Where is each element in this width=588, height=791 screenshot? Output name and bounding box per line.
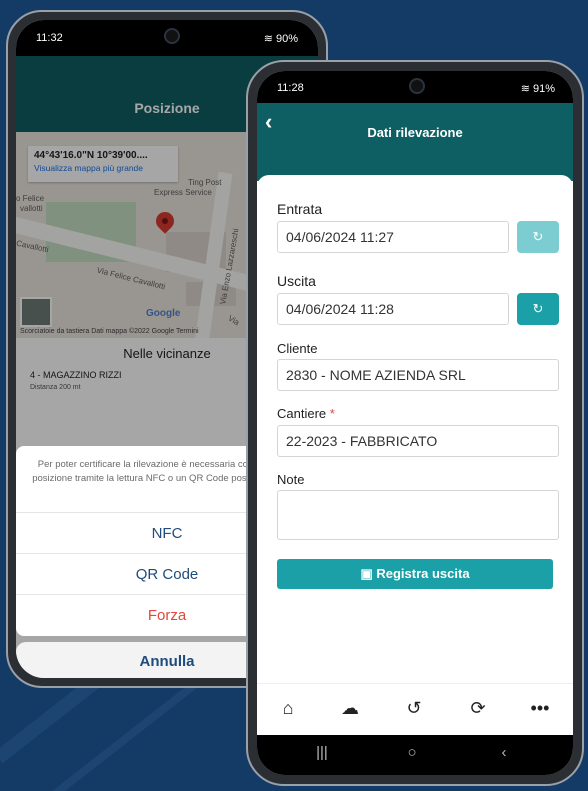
cliente-field[interactable]: 2830 - NOME AZIENDA SRL [277,359,559,391]
more-icon[interactable]: ••• [525,698,555,719]
entrata-refresh-button[interactable]: ↻ [517,221,559,253]
uscita-label: Uscita [277,273,316,289]
battery-indicator: ≋ 91% [521,82,555,95]
entrata-label: Entrata [277,201,323,217]
status-bar: 11:32 ≋ 90% [16,20,318,56]
status-bar: 11:28 ≋ 91% [257,71,573,103]
page-title: Dati rilevazione [367,125,463,140]
cloud-upload-icon[interactable]: ☁ [335,698,365,719]
cantiere-label-text: Cantiere [277,406,327,421]
note-field[interactable] [277,490,559,540]
battery-level: 91% [532,83,555,95]
android-nav-bar: ||| ○ ‹ [257,735,573,775]
app-header: ‹ Dati rilevazione [257,103,573,181]
save-icon: ▣ [360,566,377,581]
bottom-tab-bar: ⌂ ☁ ↺ ⟳ ••• [257,683,573,735]
entrata-field[interactable]: 04/06/2024 11:27 [277,221,509,253]
recent-apps-icon[interactable]: ||| [307,744,337,761]
history-icon[interactable]: ↺ [399,698,429,719]
note-label: Note [277,472,305,487]
cliente-label: Cliente [277,341,318,356]
battery-indicator: ≋ 90% [264,32,298,45]
registra-uscita-button[interactable]: ▣ Registra uscita [277,559,553,589]
wifi-icon: ≋ [263,33,276,45]
registra-uscita-label: Registra uscita [376,566,470,581]
front-camera [164,28,180,44]
required-asterisk: * [329,406,335,421]
wifi-icon: ≋ [520,83,533,95]
front-camera [409,78,425,94]
sync-icon[interactable]: ⟳ [463,698,493,719]
status-time: 11:32 [36,32,63,44]
uscita-refresh-button[interactable]: ↻ [517,293,559,325]
phone-right: 11:28 ≋ 91% ‹ Dati rilevazione Entrata 0… [246,60,584,786]
form-container: Entrata 04/06/2024 11:27 ↻ Uscita 04/06/… [257,175,573,709]
cantiere-field[interactable]: 22-2023 - FABBRICATO [277,425,559,457]
cantiere-label: Cantiere * [277,406,335,421]
home-nav-icon[interactable]: ○ [397,744,427,761]
home-icon[interactable]: ⌂ [273,698,303,719]
refresh-icon: ↻ [532,229,544,244]
back-nav-icon[interactable]: ‹ [489,744,519,761]
uscita-field[interactable]: 04/06/2024 11:28 [277,293,509,325]
refresh-icon: ↻ [532,301,544,316]
battery-level: 90% [275,33,298,45]
status-time: 11:28 [277,82,304,94]
phone-right-screen: 11:28 ≋ 91% ‹ Dati rilevazione Entrata 0… [257,71,573,775]
